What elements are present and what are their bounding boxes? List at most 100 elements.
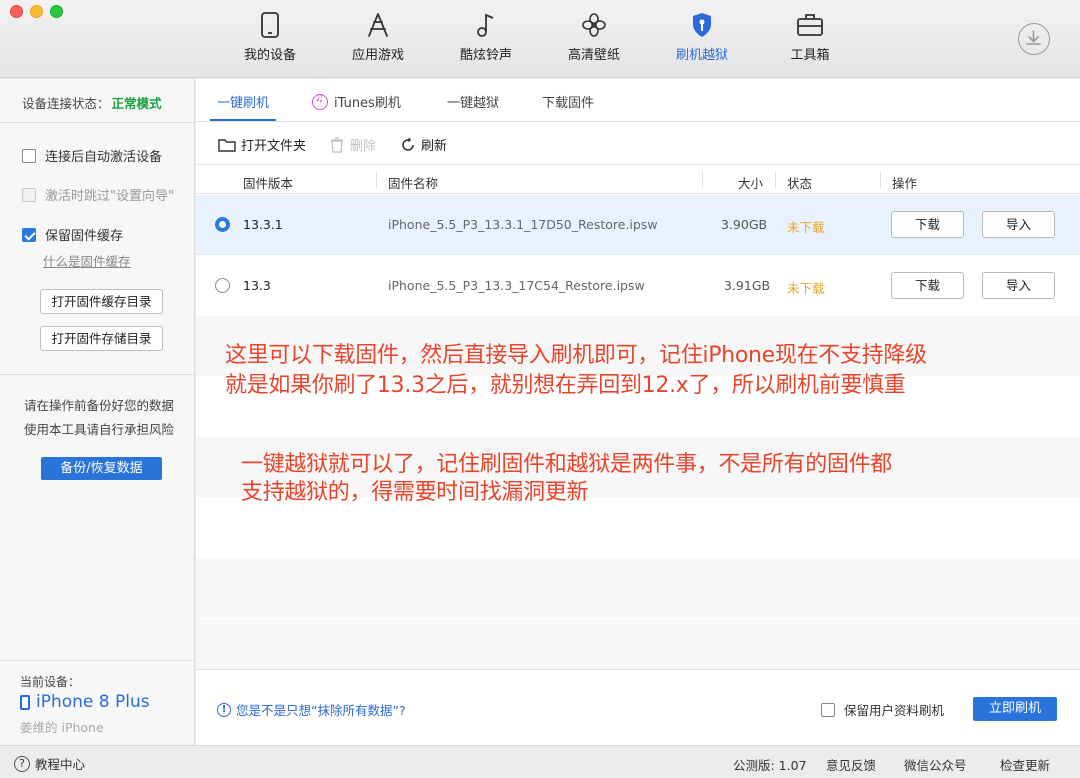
current-device-label: 当前设备： <box>20 675 81 689</box>
header-action: 操作 <box>892 176 918 191</box>
firmware-radio[interactable] <box>215 278 230 293</box>
erase-data-label: 您是不是只想“抹除所有数据”? <box>236 703 406 718</box>
open-cache-dir-button[interactable]: 打开固件缓存目录 <box>40 289 163 314</box>
title-bar: 我的设备 应用游戏 酷炫铃声 高清壁纸 刷机越狱 工具箱 <box>0 0 1080 78</box>
empty-row <box>196 619 1080 669</box>
nav-flash-jailbreak[interactable]: 刷机越狱 <box>657 12 747 72</box>
bottom-action-bar: ! 您是不是只想“抹除所有数据”? 保留用户资料刷机 立即刷机 <box>196 669 1080 745</box>
keep-user-data-checkbox[interactable] <box>821 702 835 717</box>
nav-apps-games[interactable]: 应用游戏 <box>333 12 423 72</box>
header-version: 固件版本 <box>243 176 294 191</box>
firmware-name: iPhone_5.5_P3_13.3_17C54_Restore.ipsw <box>388 278 645 293</box>
firmware-size: 3.90GB <box>721 217 768 232</box>
nav-label: 我的设备 <box>243 48 296 63</box>
firmware-version: 13.3.1 <box>243 217 283 232</box>
firmware-radio-selected[interactable] <box>215 217 230 232</box>
action-toolbar: 打开文件夹 删除 刷新 <box>196 122 1080 165</box>
itunes-icon <box>312 93 328 110</box>
current-device-name: iPhone 8 Plus <box>20 692 150 712</box>
tab-one-click-jailbreak[interactable]: 一键越狱 <box>447 92 499 111</box>
header-size: 大小 <box>738 176 764 191</box>
divider <box>0 374 194 375</box>
keep-user-data-label: 保留用户资料刷机 <box>844 703 945 718</box>
import-button[interactable]: 导入 <box>982 272 1055 299</box>
divider <box>0 660 194 661</box>
tab-itunes-flash[interactable]: iTunes刷机 <box>312 92 401 111</box>
help-center-button[interactable]: ? 教程中心 <box>14 754 85 773</box>
active-tab-indicator <box>210 119 276 121</box>
firmware-version: 13.3 <box>243 278 271 293</box>
auto-activate-option[interactable]: 连接后自动激活设备 <box>22 146 162 165</box>
music-note-icon <box>477 13 494 37</box>
annotation-line: 支持越狱的，得需要时间找漏洞更新 <box>241 480 589 505</box>
download-button[interactable]: 下载 <box>891 211 964 238</box>
status-bar: ? 教程中心 公测版: 1.07 意见反馈 微信公众号 检查更新 <box>0 745 1080 778</box>
table-row[interactable]: 13.3.1 iPhone_5.5_P3_13.3.1_17D50_Restor… <box>196 195 1080 255</box>
backup-warning-line2: 使用本工具请自行承担风险 <box>24 422 175 437</box>
keep-cache-label: 保留固件缓存 <box>45 229 124 244</box>
firmware-size: 3.91GB <box>724 278 771 293</box>
keep-cache-checkbox[interactable] <box>22 227 36 242</box>
refresh-icon <box>402 137 414 151</box>
folder-icon <box>218 138 236 152</box>
annotation-line: 就是如果你刷了13.3之后，就别想在弄回到12.x了，所以刷机前要慎重 <box>225 373 906 398</box>
nav-label: 刷机越狱 <box>675 48 728 63</box>
phone-icon <box>261 12 279 38</box>
check-update-link[interactable]: 检查更新 <box>1000 755 1050 774</box>
firmware-status: 未下载 <box>787 281 825 296</box>
feedback-link[interactable]: 意见反馈 <box>826 755 876 774</box>
erase-data-link[interactable]: ! 您是不是只想“抹除所有数据”? <box>217 700 406 719</box>
skip-setup-option: 激活时跳过"设置向导" <box>22 185 174 204</box>
column-divider <box>775 171 776 188</box>
version-label: 公测版: 1.07 <box>733 758 807 773</box>
open-storage-dir-button[interactable]: 打开固件存储目录 <box>40 326 163 351</box>
app-store-icon <box>368 13 388 37</box>
firmware-status: 未下载 <box>787 220 825 235</box>
auto-activate-checkbox[interactable] <box>22 148 36 163</box>
nav-label: 高清壁纸 <box>567 48 620 63</box>
firmware-name: iPhone_5.5_P3_13.3.1_17D50_Restore.ipsw <box>388 217 658 232</box>
delete-button: 删除 <box>330 135 376 154</box>
nav-label: 工具箱 <box>790 48 830 63</box>
flash-now-button[interactable]: 立即刷机 <box>973 697 1057 721</box>
minimize-window-button[interactable] <box>30 5 43 18</box>
flower-icon <box>582 13 606 37</box>
what-is-cache-link[interactable]: 什么是固件缓存 <box>43 251 131 270</box>
connection-status: 设备连接状态： 正常模式 <box>0 79 194 123</box>
download-button[interactable]: 下载 <box>891 272 964 299</box>
header-name: 固件名称 <box>388 176 439 191</box>
backup-warning-line1: 请在操作前备份好您的数据 <box>24 398 175 413</box>
keep-user-data-option[interactable]: 保留用户资料刷机 <box>821 700 944 719</box>
zoom-window-button[interactable] <box>50 5 63 18</box>
keep-cache-option[interactable]: 保留固件缓存 <box>22 225 123 244</box>
empty-row <box>196 558 1080 618</box>
import-button[interactable]: 导入 <box>982 211 1055 238</box>
nav-wallpapers[interactable]: 高清壁纸 <box>549 12 639 72</box>
refresh-button[interactable]: 刷新 <box>400 135 447 154</box>
close-window-button[interactable] <box>10 5 23 18</box>
device-owner-name: 姜维的 iPhone <box>20 720 104 735</box>
table-row[interactable]: 13.3 iPhone_5.5_P3_13.3_17C54_Restore.ip… <box>196 256 1080 316</box>
tab-one-click-flash[interactable]: 一键刷机 <box>217 92 269 111</box>
wechat-link[interactable]: 微信公众号 <box>904 755 967 774</box>
trash-icon <box>331 136 343 153</box>
column-divider <box>880 171 881 188</box>
table-header: 固件版本 固件名称 大小 状态 操作 <box>196 165 1080 194</box>
phone-icon <box>20 694 30 710</box>
skip-setup-label: 激活时跳过"设置向导" <box>45 189 174 204</box>
open-folder-button[interactable]: 打开文件夹 <box>218 135 306 154</box>
sidebar: 设备连接状态： 正常模式 连接后自动激活设备 激活时跳过"设置向导" 保留固件缓存… <box>0 79 195 745</box>
question-icon: ? <box>14 755 30 772</box>
nav-label: 酷炫铃声 <box>459 48 512 63</box>
skip-setup-checkbox <box>22 187 36 202</box>
tab-download-firmware[interactable]: 下载固件 <box>542 92 594 111</box>
nav-toolbox[interactable]: 工具箱 <box>765 12 855 72</box>
connection-status-label: 设备连接状态： <box>22 96 110 111</box>
column-divider <box>376 171 377 188</box>
toolbox-icon <box>797 14 823 36</box>
download-manager-button[interactable] <box>1018 23 1050 55</box>
nav-ringtones[interactable]: 酷炫铃声 <box>441 12 531 72</box>
nav-my-device[interactable]: 我的设备 <box>225 12 315 72</box>
backup-restore-button[interactable]: 备份/恢复数据 <box>41 457 162 480</box>
main-panel: 一键刷机 iTunes刷机 一键越狱 下载固件 打开文件夹 删除 刷新 固件版本… <box>196 79 1080 745</box>
